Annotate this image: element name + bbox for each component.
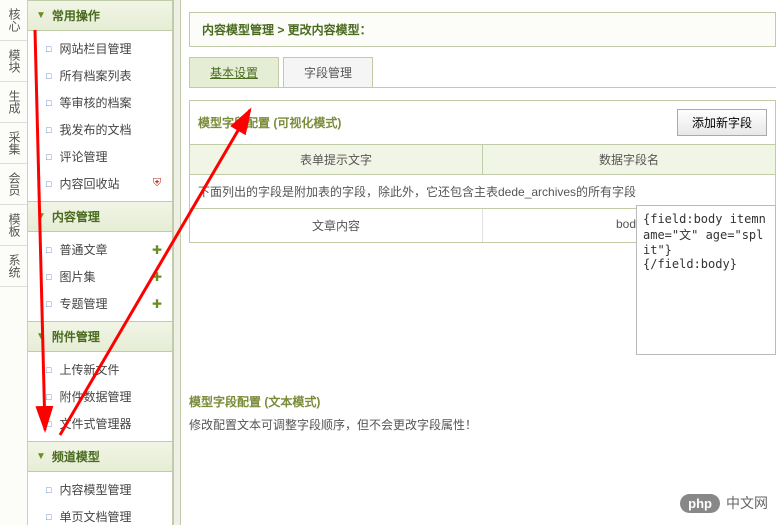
watermark-text: 中文网 [726,493,768,513]
lefttab-core[interactable]: 核心 [0,0,27,41]
sidebar-item-recycle[interactable]: 内容回收站 ⛨ [28,170,172,197]
tab-basic-settings[interactable]: 基本设置 [189,57,279,87]
table-description: 下面列出的字段是附加表的字段，除此外，它还包含主表dede_archives的所… [189,175,776,209]
tab-field-mgmt[interactable]: 字段管理 [283,57,373,87]
th-prompt: 表单提示文字 [190,145,483,174]
section-visual-config: 模型字段配置 (可视化模式) 添加新字段 [189,100,776,145]
sidebar-item-label: 单页文档管理 [59,508,131,525]
chevron-down-icon: ▼ [36,331,46,342]
group-attachment-mgmt[interactable]: ▼ 附件管理 [28,321,172,352]
sidebar-item-label: 专题管理 [59,295,107,312]
sidebar-item-label: 内容模型管理 [59,481,131,498]
watermark-badge: php [680,494,720,513]
sidebar-item-comments[interactable]: 评论管理 [28,143,172,170]
th-fieldname: 数据字段名 [483,145,775,174]
table-header: 表单提示文字 数据字段名 [189,145,776,175]
sidebar-item-upload[interactable]: 上传新文件 [28,356,172,383]
sidebar-item-label: 图片集 [59,268,95,285]
lefttab-module[interactable]: 模块 [0,41,27,82]
group-content-mgmt[interactable]: ▼ 内容管理 [28,201,172,232]
sidebar: ▼ 常用操作 网站栏目管理 所有档案列表 等审核的档案 我发布的文档 评论管理 内… [28,0,173,525]
sidebar-item-mydocs[interactable]: 我发布的文档 [28,116,172,143]
lower-desc: 修改配置文本可调整字段顺序，但不会更改字段属性！ [189,416,776,433]
lefttab-template[interactable]: 模板 [0,205,27,246]
section-text-config: 模型字段配置 (文本模式) 修改配置文本可调整字段顺序，但不会更改字段属性！ [189,393,776,433]
pane-divider[interactable] [173,0,181,525]
section-title: 模型字段配置 (可视化模式) [198,114,677,131]
sidebar-item-label: 普通文章 [59,241,107,258]
main-panel: 内容模型管理 > 更改内容模型： 基本设置 字段管理 模型字段配置 (可视化模式… [181,0,784,525]
shield-icon: ⛨ [150,177,164,191]
group-label: 常用操作 [52,7,100,24]
sidebar-item-filemgr[interactable]: 文件式管理器 [28,410,172,437]
sidebar-item-topics[interactable]: 专题管理 ✚ [28,290,172,317]
sidebar-item-articles[interactable]: 普通文章 ✚ [28,236,172,263]
chevron-down-icon: ▼ [36,10,46,21]
add-field-button[interactable]: 添加新字段 [677,109,767,136]
chevron-down-icon: ▼ [36,211,46,222]
group-common-ops[interactable]: ▼ 常用操作 [28,0,172,31]
field-code-textarea[interactable]: {field:body itemname="文" age="split"} {/… [636,205,776,355]
sidebar-item-archives[interactable]: 所有档案列表 [28,62,172,89]
sidebar-item-label: 网站栏目管理 [59,40,131,57]
chevron-down-icon: ▼ [36,451,46,462]
sidebar-item-label: 等审核的档案 [59,94,131,111]
tabs: 基本设置 字段管理 [189,57,776,88]
sidebar-item-single-page[interactable]: 单页文档管理 [28,503,172,525]
lefttab-generate[interactable]: 生成 [0,82,27,123]
group-channel-model[interactable]: ▼ 频道模型 [28,441,172,472]
sidebar-item-content-model[interactable]: 内容模型管理 [28,476,172,503]
sidebar-item-label: 我发布的文档 [59,121,131,138]
add-icon[interactable]: ✚ [150,243,164,257]
group-label: 附件管理 [52,328,100,345]
add-icon[interactable]: ✚ [150,297,164,311]
left-tab-column: 核心 模块 生成 采集 会员 模板 系统 [0,0,28,525]
lefttab-system[interactable]: 系统 [0,246,27,287]
sidebar-item-label: 上传新文件 [59,361,119,378]
sidebar-item-label: 文件式管理器 [59,415,131,432]
sidebar-item-pending[interactable]: 等审核的档案 [28,89,172,116]
add-icon[interactable]: ✚ [150,270,164,284]
watermark: php 中文网 [680,493,768,513]
lefttab-member[interactable]: 会员 [0,164,27,205]
lower-title: 模型字段配置 (文本模式) [189,393,776,410]
sidebar-item-attach-data[interactable]: 附件数据管理 [28,383,172,410]
sidebar-item-label: 内容回收站 [59,175,119,192]
sidebar-item-gallery[interactable]: 图片集 ✚ [28,263,172,290]
td-label: 文章内容 [190,209,483,242]
sidebar-item-columns[interactable]: 网站栏目管理 [28,35,172,62]
sidebar-item-label: 所有档案列表 [59,67,131,84]
sidebar-item-label: 评论管理 [59,148,107,165]
group-label: 频道模型 [52,448,100,465]
sidebar-item-label: 附件数据管理 [59,388,131,405]
group-label: 内容管理 [52,208,100,225]
lefttab-collect[interactable]: 采集 [0,123,27,164]
breadcrumb: 内容模型管理 > 更改内容模型： [189,12,776,47]
